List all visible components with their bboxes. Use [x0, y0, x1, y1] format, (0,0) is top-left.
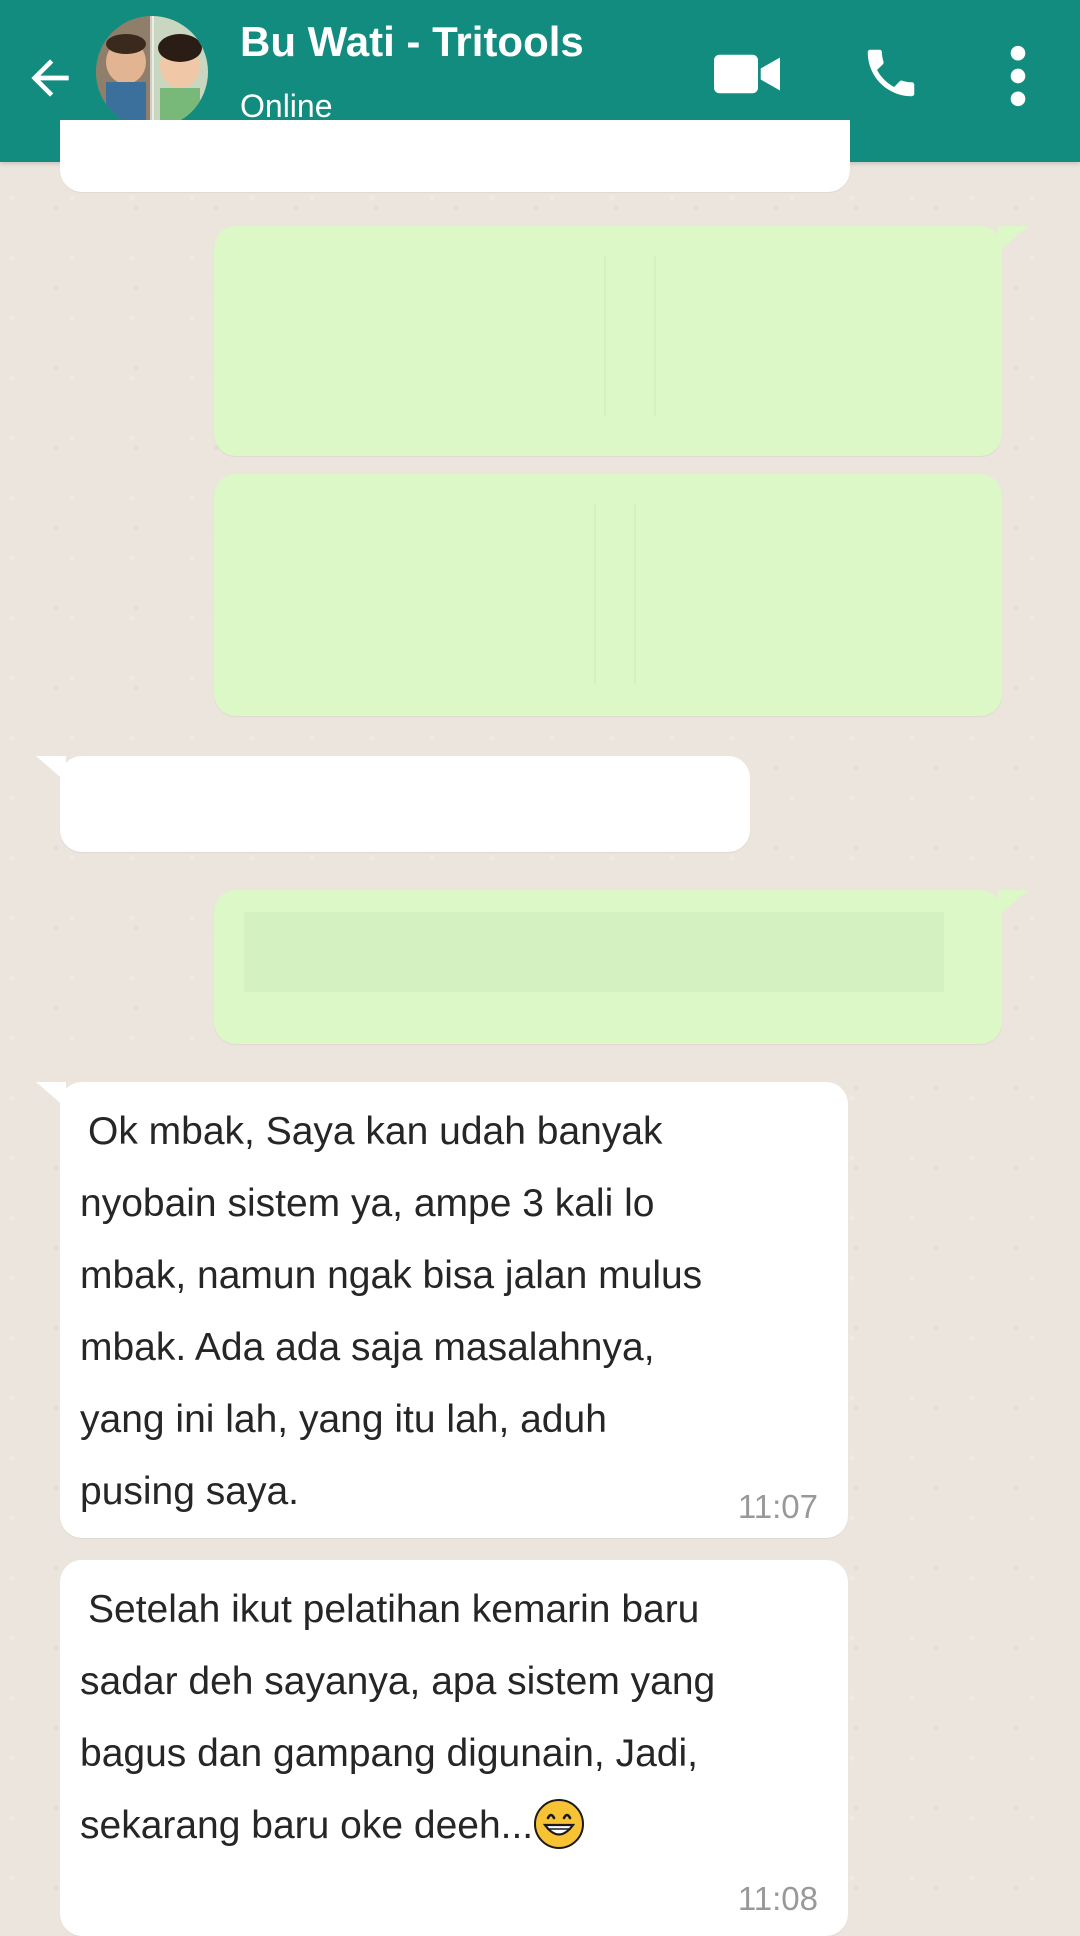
message-timestamp: 11:07 [737, 1488, 818, 1525]
message-line: yang ini lah, yang itu lah, aduh [80, 1398, 607, 1441]
message-bubble-redacted[interactable] [214, 474, 1002, 716]
message-bubble[interactable]: Setelah ikut pelatihan kemarin baru sada… [60, 1560, 848, 1936]
message-line: nyobain sistem ya, ampe 3 kali lo [80, 1182, 655, 1225]
message-line-with-emoji: sekarang baru oke deeh... [80, 1790, 828, 1862]
grinning-face-icon [534, 1798, 585, 1849]
message-bubble[interactable]: Ok mbak, Saya kan udah banyak nyobain si… [60, 1082, 848, 1538]
message-line: mbak. Ada ada saja masalahnya, [80, 1326, 655, 1369]
contact-name[interactable]: Bu Wati - Tritools [240, 18, 584, 66]
phone-call-icon[interactable] [860, 42, 922, 104]
message-bubble-partial[interactable] [60, 120, 850, 192]
message-bubble-redacted[interactable] [60, 756, 750, 852]
message-line: bagus dan gampang digunain, Jadi, [80, 1732, 698, 1775]
message-line: mbak, namun ngak bisa jalan mulus [80, 1254, 703, 1297]
message-bubble-redacted[interactable] [214, 226, 1002, 456]
message-bubble-redacted[interactable] [214, 890, 1002, 1044]
message-line: sadar deh sayanya, apa sistem yang [80, 1660, 716, 1703]
more-options-icon[interactable] [1000, 44, 1036, 108]
back-arrow-icon[interactable] [22, 50, 78, 106]
video-call-icon[interactable] [714, 48, 780, 100]
message-text: Ok mbak, Saya kan udah banyak nyobain si… [80, 1096, 828, 1528]
avatar[interactable] [96, 16, 208, 128]
bubble-tail [998, 226, 1028, 252]
message-timestamp: 11:08 [737, 1880, 818, 1917]
message-line: Ok mbak, Saya kan udah banyak [88, 1110, 663, 1153]
bubble-tail [998, 890, 1028, 916]
message-line: sekarang baru oke deeh... [80, 1804, 534, 1847]
message-line: Setelah ikut pelatihan kemarin baru [88, 1588, 700, 1631]
message-text: Setelah ikut pelatihan kemarin baru sada… [80, 1574, 828, 1862]
message-line: pusing saya. [80, 1470, 299, 1513]
